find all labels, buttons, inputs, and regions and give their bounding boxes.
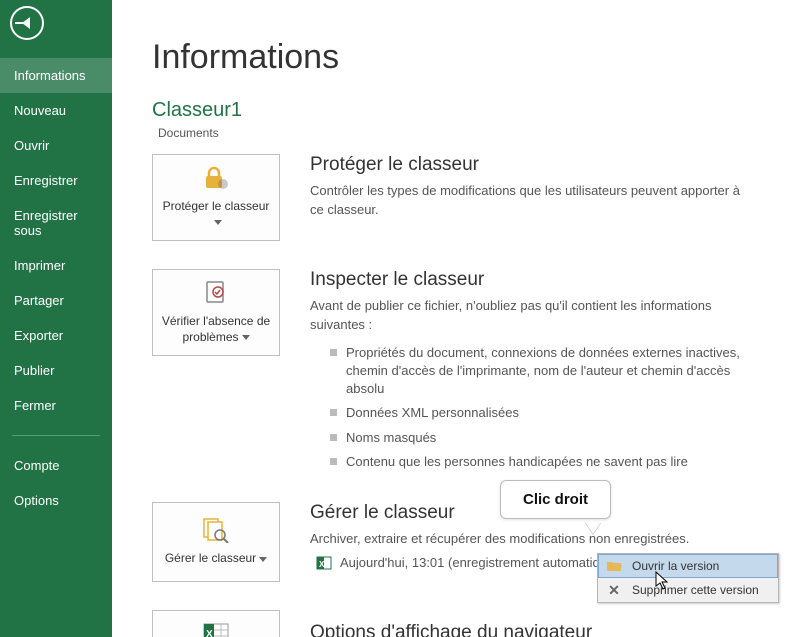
protect-section-desc: Contrôler les types de modifications que…	[310, 182, 745, 220]
inspect-tile-label: Vérifier l'absence de problèmes	[159, 314, 273, 345]
sidebar-item-compte[interactable]: Compte	[0, 448, 112, 483]
sidebar-label: Exporter	[14, 328, 63, 343]
callout-text: Clic droit	[523, 491, 588, 508]
sidebar-item-enregistrer[interactable]: Enregistrer	[0, 163, 112, 198]
sidebar-label: Compte	[14, 458, 60, 473]
callout-tail	[585, 522, 601, 534]
sidebar-label: Partager	[14, 293, 64, 308]
inspect-bullet-list: Propriétés du document, connexions de do…	[330, 341, 745, 474]
sidebar-item-exporter[interactable]: Exporter	[0, 318, 112, 353]
context-menu-label: Ouvrir la version	[632, 559, 719, 573]
sidebar-item-imprimer[interactable]: Imprimer	[0, 248, 112, 283]
sidebar-item-options[interactable]: Options	[0, 483, 112, 518]
tutorial-callout: Clic droit	[500, 480, 611, 519]
chevron-down-icon	[259, 557, 267, 562]
sidebar-label: Enregistrer sous	[14, 208, 78, 238]
sidebar-item-nouveau[interactable]: Nouveau	[0, 93, 112, 128]
protect-workbook-tile[interactable]: Protéger le classeur	[152, 154, 280, 241]
context-menu-delete-version[interactable]: ✕ Supprimer cette version	[598, 578, 778, 602]
inspect-bullet: Contenu que les personnes handicapées ne…	[330, 450, 745, 474]
svg-text:X: X	[206, 629, 213, 637]
sidebar-label: Fermer	[14, 398, 56, 413]
documents-stack-icon	[201, 517, 231, 543]
svg-text:X: X	[319, 560, 325, 569]
lock-icon	[201, 165, 231, 191]
sidebar-label: Options	[14, 493, 59, 508]
inspect-section-desc: Avant de publier ce fichier, n'oubliez p…	[310, 297, 745, 335]
sidebar-item-fermer[interactable]: Fermer	[0, 388, 112, 423]
sidebar-item-publier[interactable]: Publier	[0, 353, 112, 388]
manage-tile-label: Gérer le classeur	[165, 551, 267, 567]
workbook-name: Classeur1	[152, 99, 785, 122]
sidebar-label: Nouveau	[14, 103, 66, 118]
manage-workbook-tile[interactable]: Gérer le classeur	[152, 502, 280, 582]
folder-open-icon	[606, 558, 622, 574]
inspect-bullet: Propriétés du document, connexions de do…	[330, 341, 745, 402]
back-line-icon	[15, 22, 27, 24]
sidebar-label: Enregistrer	[14, 173, 78, 188]
browser-view-tile[interactable]: X	[152, 610, 280, 637]
inspect-bullet: Données XML personnalisées	[330, 401, 745, 425]
inspect-bullet: Noms masqués	[330, 426, 745, 450]
close-x-icon: ✕	[606, 582, 622, 598]
inspect-workbook-tile[interactable]: Vérifier l'absence de problèmes	[152, 269, 280, 356]
documents-breadcrumb: Documents	[158, 126, 785, 140]
sidebar-label: Publier	[14, 363, 54, 378]
backstage-sidebar: Informations Nouveau Ouvrir Enregistrer …	[0, 0, 112, 637]
sidebar-item-ouvrir[interactable]: Ouvrir	[0, 128, 112, 163]
context-menu: Ouvrir la version ✕ Supprimer cette vers…	[597, 553, 779, 603]
sidebar-item-enregistrer-sous[interactable]: Enregistrer sous	[0, 198, 112, 248]
chevron-down-icon	[214, 220, 222, 225]
context-menu-open-version[interactable]: Ouvrir la version	[598, 554, 778, 578]
sidebar-label: Imprimer	[14, 258, 65, 273]
section-protect: Protéger le classeur Protéger le classeu…	[152, 154, 785, 241]
sidebar-label: Ouvrir	[14, 138, 49, 153]
section-browser-view: X Options d'affichage du navigateur	[152, 610, 785, 637]
sidebar-item-informations[interactable]: Informations	[0, 58, 112, 93]
inspect-section-title: Inspecter le classeur	[310, 269, 745, 291]
chevron-down-icon	[242, 335, 250, 340]
sidebar-separator	[12, 435, 100, 436]
version-text: Aujourd'hui, 13:01 (enregistrement autom…	[340, 555, 619, 570]
sidebar-item-partager[interactable]: Partager	[0, 283, 112, 318]
excel-grid-icon: X	[201, 621, 231, 637]
page-title: Informations	[152, 38, 785, 77]
document-check-icon	[201, 280, 231, 306]
excel-file-icon: X	[316, 555, 332, 571]
manage-section-desc: Archiver, extraire et récupérer des modi…	[310, 530, 745, 549]
main-content: Informations Classeur1 Documents Protége…	[112, 0, 785, 637]
protect-section-title: Protéger le classeur	[310, 154, 745, 176]
protect-tile-label: Protéger le classeur	[159, 199, 273, 230]
back-button[interactable]	[10, 6, 44, 40]
sidebar-label: Informations	[14, 68, 86, 83]
context-menu-label: Supprimer cette version	[632, 583, 759, 597]
section-inspect: Vérifier l'absence de problèmes Inspecte…	[152, 269, 785, 474]
browser-view-title: Options d'affichage du navigateur	[310, 622, 745, 637]
